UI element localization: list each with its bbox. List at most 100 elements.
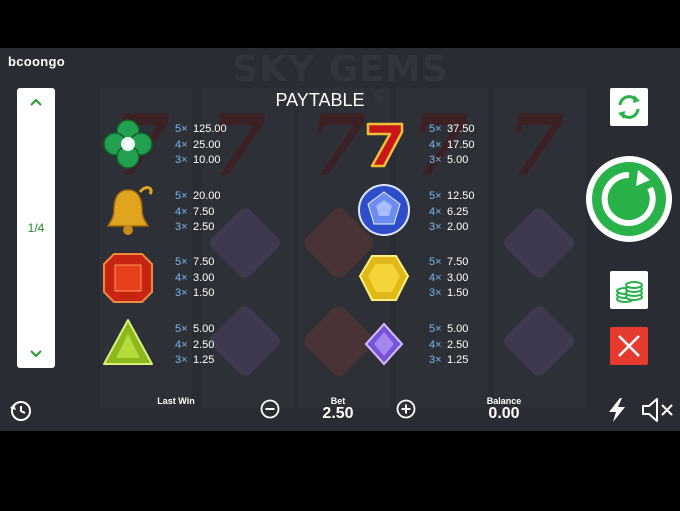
pay-amount: 2.50 [193, 338, 215, 351]
pay-row: 3× 2.00 [429, 220, 475, 236]
pays-purple-gem: 5× 5.00 4× 2.50 3× 1.25 [429, 322, 468, 369]
pays-blue-gem: 5× 12.50 4× 6.25 3× 2.00 [429, 189, 475, 236]
minus-circle-icon[interactable] [260, 399, 280, 419]
pay-row: 3× 1.50 [429, 286, 468, 302]
pay-amount: 1.50 [193, 287, 215, 299]
pay-count: 3× [175, 287, 188, 299]
pay-count: 3× [175, 354, 188, 366]
autoplay-arrows-icon [618, 95, 640, 119]
pay-row: 5× 5.00 [175, 322, 214, 338]
plus-circle-icon[interactable] [396, 399, 416, 419]
clover-emerald-icon [103, 119, 153, 169]
pays-green-gem: 5× 5.00 4× 2.50 3× 1.25 [175, 322, 214, 369]
pay-row: 5× 20.00 [175, 189, 221, 205]
mute-speaker-icon[interactable] [640, 396, 676, 424]
pay-count: 3× [429, 354, 442, 366]
pay-count: 4× [429, 271, 442, 284]
pay-row: 4× 2.50 [429, 338, 468, 354]
pay-row: 4× 2.50 [175, 338, 214, 354]
pay-amount: 3.00 [193, 271, 215, 284]
pay-amount: 2.00 [447, 221, 469, 233]
pay-count: 3× [175, 154, 188, 166]
pay-row: 3× 1.50 [175, 286, 214, 302]
last-win-label: Last Win [157, 396, 195, 406]
pay-count: 4× [175, 138, 188, 151]
pay-count: 5× [175, 323, 188, 335]
pay-row: 5× 7.50 [429, 255, 468, 271]
chevron-up-icon[interactable] [17, 94, 55, 110]
pay-row: 3× 2.50 [175, 220, 221, 236]
chevron-down-icon[interactable] [17, 346, 55, 362]
pay-row: 5× 12.50 [429, 189, 475, 205]
spin-icon [601, 170, 656, 226]
pay-amount: 7.50 [193, 256, 215, 268]
pays-seven: 5× 37.50 4× 17.50 3× 5.00 [429, 122, 475, 169]
pay-amount: 37.50 [447, 123, 475, 135]
bet-coins-button[interactable] [610, 271, 648, 309]
pay-amount: 125.00 [193, 123, 227, 135]
pay-amount: 17.50 [447, 138, 475, 151]
paytable-title: PAYTABLE [275, 90, 365, 110]
pay-count: 3× [429, 221, 442, 233]
pay-row: 3× 1.25 [429, 353, 468, 369]
history-clock-icon[interactable] [8, 398, 34, 424]
background-logo-title: SKY GEMS [232, 49, 449, 90]
pays-red-gem: 5× 7.50 4× 3.00 3× 1.50 [175, 255, 214, 302]
coins-icon [616, 281, 643, 303]
close-paytable-button[interactable] [610, 327, 648, 365]
pay-row: 5× 37.50 [429, 122, 475, 138]
balance-value: 0.00 [488, 405, 520, 422]
lightning-icon[interactable] [604, 396, 630, 424]
pay-row: 3× 10.00 [175, 153, 227, 169]
purple-diamond-gem-icon [364, 322, 404, 366]
pay-count: 3× [429, 154, 442, 166]
pay-amount: 5.00 [447, 323, 469, 335]
pay-count: 5× [429, 256, 442, 268]
close-icon [618, 335, 640, 357]
pay-count: 4× [429, 138, 442, 151]
paytable-pager: 1/4 [17, 88, 55, 368]
brand-logo: bcoongo [8, 54, 65, 69]
pay-amount: 25.00 [193, 138, 221, 151]
pay-row: 3× 5.00 [429, 153, 475, 169]
pay-amount: 20.00 [193, 190, 221, 202]
pay-row: 3× 1.25 [175, 353, 214, 369]
pay-amount: 1.50 [447, 287, 469, 299]
pay-count: 4× [429, 338, 442, 351]
spin-button[interactable] [586, 156, 672, 242]
yellow-hexagon-gem-icon [358, 255, 410, 301]
pay-count: 5× [429, 190, 442, 202]
pay-amount: 7.50 [447, 256, 469, 268]
pay-count: 3× [175, 221, 188, 233]
pays-bell: 5× 20.00 4× 7.50 3× 2.50 [175, 189, 221, 236]
pay-amount: 1.25 [447, 354, 469, 366]
bg-seven-5: 7 [506, 96, 565, 195]
pay-row: 4× 17.50 [429, 138, 475, 154]
pay-count: 5× [429, 323, 442, 335]
pay-row: 5× 7.50 [175, 255, 214, 271]
pay-count: 5× [175, 256, 188, 268]
blue-round-gem-icon [358, 184, 410, 236]
pay-row: 4× 3.00 [175, 271, 214, 287]
pay-row: 4× 7.50 [175, 205, 221, 221]
autoplay-button[interactable] [610, 88, 648, 126]
red-seven-icon [366, 122, 404, 168]
pay-amount: 7.50 [193, 205, 215, 218]
pay-row: 4× 25.00 [175, 138, 227, 154]
pay-amount: 10.00 [193, 154, 221, 166]
pay-amount: 1.25 [193, 354, 215, 366]
pay-count: 3× [429, 287, 442, 299]
pay-count: 5× [429, 123, 442, 135]
bottom-bar: Last Win Bet 2.50 Balance 0.00 [0, 390, 680, 430]
pay-amount: 5.00 [193, 323, 215, 335]
pay-count: 4× [175, 271, 188, 284]
pay-row: 5× 125.00 [175, 122, 227, 138]
pay-amount: 6.25 [447, 205, 469, 218]
pay-row: 5× 5.00 [429, 322, 468, 338]
pay-amount: 5.00 [447, 154, 469, 166]
golden-bell-icon [106, 186, 153, 235]
pay-count: 5× [175, 190, 188, 202]
pay-amount: 3.00 [447, 271, 469, 284]
pay-count: 4× [175, 338, 188, 351]
pay-row: 4× 3.00 [429, 271, 468, 287]
